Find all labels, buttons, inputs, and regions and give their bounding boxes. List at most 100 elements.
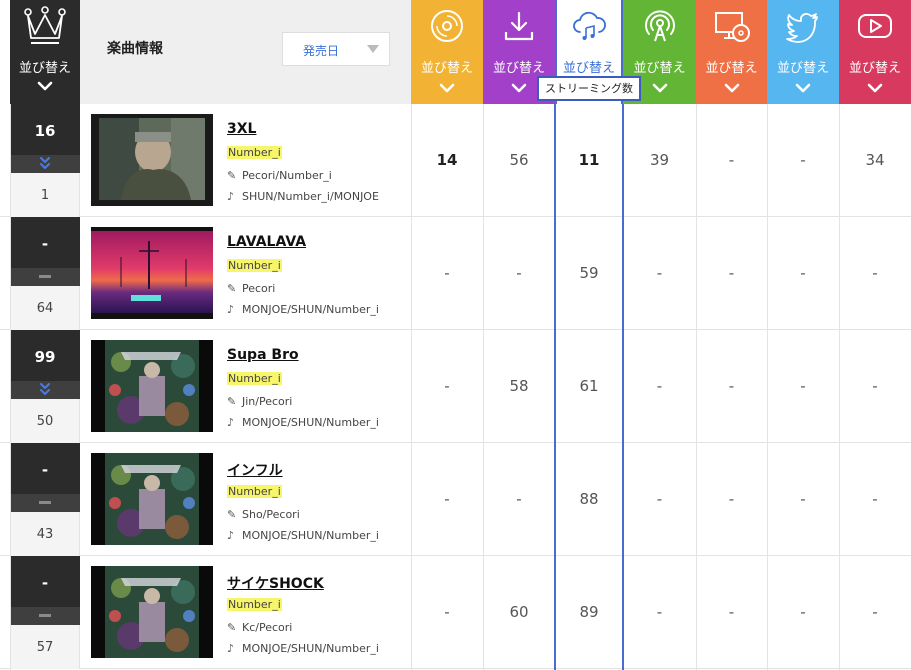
song-info: インフル Number_i ✎ Sho/Pecori ♪ MONJOE/SHUN/Numb… <box>227 443 407 556</box>
metric-value: - <box>656 377 663 395</box>
column-divider <box>483 104 484 670</box>
song-thumbnail[interactable] <box>91 340 213 432</box>
rank-unchanged-icon <box>39 614 51 617</box>
current-rank: - <box>41 235 49 253</box>
column-divider <box>411 104 412 670</box>
previous-rank: 57 <box>36 640 54 655</box>
selected-column-border-left <box>554 104 556 670</box>
rank-cell: - 43 <box>10 443 80 556</box>
sort-label: 並び替え <box>633 61 686 76</box>
cd-sales-column-header[interactable]: 並び替え <box>411 0 483 104</box>
artist-name: Number_i <box>227 259 282 272</box>
sort-label: 並び替え <box>705 61 758 76</box>
radio-broadcast-icon <box>644 10 675 42</box>
rank-trend <box>10 268 80 286</box>
release-date-select[interactable]: 発売日 <box>282 32 390 66</box>
metric-value: - <box>656 603 663 621</box>
release-date-select-value: 発売日 <box>303 44 340 58</box>
pen-icon: ✎ <box>227 621 237 634</box>
song-title-link[interactable]: サイケSHOCK <box>227 573 324 593</box>
chevron-down-icon[interactable] <box>794 82 812 94</box>
download-icon <box>504 11 534 41</box>
metric-value: 14 <box>436 151 458 169</box>
metric-value: - <box>728 603 735 621</box>
sort-label: 並び替え <box>776 61 829 76</box>
metric-value: 56 <box>509 151 529 169</box>
chevron-down-icon[interactable] <box>510 82 528 94</box>
pc-disc-icon <box>714 12 750 42</box>
youtube-play-icon <box>858 14 892 38</box>
song-thumbnail[interactable] <box>91 227 213 319</box>
rank-sort-label: 並び替え <box>18 61 71 76</box>
pc-reading-column-header[interactable]: 並び替え <box>696 0 767 104</box>
metric-value: - <box>872 490 878 508</box>
metric-value: - <box>444 264 450 282</box>
ranking-header: 並び替え 楽曲情報 発売日 並び替え 並び替え 並び替え 並び替え 並び替え 並… <box>0 0 911 104</box>
song-info: 3XL Number_i ✎ Pecori/Number_i ♪ SHUN/Number_… <box>227 104 407 217</box>
composer-text: SHUN/Number_i/MONJOE <box>242 190 379 203</box>
song-title-link[interactable]: インフル <box>227 460 283 480</box>
caret-down-icon <box>367 45 379 53</box>
metric-value: - <box>872 603 878 621</box>
current-rank: - <box>41 574 49 592</box>
song-title-link[interactable]: LAVALAVA <box>227 234 306 250</box>
music-note-icon: ♪ <box>227 642 235 655</box>
song-thumbnail[interactable] <box>91 453 213 545</box>
metric-value: - <box>800 151 806 169</box>
song-thumbnail[interactable] <box>91 114 213 206</box>
column-divider <box>767 104 768 670</box>
pen-icon: ✎ <box>227 169 237 182</box>
chevron-down-icon[interactable] <box>723 82 741 94</box>
cloud-music-icon <box>573 11 606 40</box>
metric-value: - <box>444 603 450 621</box>
metric-value: - <box>800 490 806 508</box>
metric-value: 59 <box>579 264 599 282</box>
rank-cell: - 57 <box>10 556 80 669</box>
song-info: Supa Bro Number_i ✎ Jin/Pecori ♪ MONJOE/SHUN/… <box>227 330 407 443</box>
metric-value: - <box>516 264 522 282</box>
rank-unchanged-icon <box>39 275 51 278</box>
table-row: - 64 LAVALAVA Number_i ✎ Pecori ♪ MONJOE/SHUN/N… <box>0 217 911 330</box>
metric-value: 11 <box>578 151 600 169</box>
lyricist-text: Sho/Pecori <box>242 508 300 521</box>
column-divider <box>839 104 840 670</box>
music-note-icon: ♪ <box>227 529 235 542</box>
metric-value: - <box>872 264 878 282</box>
youtube-column-header[interactable]: 並び替え <box>839 0 911 104</box>
song-info: LAVALAVA Number_i ✎ Pecori ♪ MONJOE/SHUN/Numb… <box>227 217 407 330</box>
table-row: 16 1 3XL Number_i ✎ Pecori/Number_i ♪ SHUN/Numb… <box>0 104 911 217</box>
twitter-column-header[interactable]: 並び替え <box>767 0 839 104</box>
composer-text: MONJOE/SHUN/Number_i <box>242 529 379 542</box>
lyricist-text: Pecori <box>242 282 276 295</box>
artist-name: Number_i <box>227 485 282 498</box>
streaming-tooltip: ストリーミング数 <box>537 76 641 101</box>
composer-text: MONJOE/SHUN/Number_i <box>242 303 379 316</box>
chevron-down-icon[interactable] <box>866 82 884 94</box>
metric-value: 61 <box>579 377 599 395</box>
song-title-link[interactable]: Supa Bro <box>227 347 299 363</box>
current-rank: - <box>41 461 49 479</box>
metric-value: - <box>728 264 735 282</box>
rank-trend <box>10 381 80 399</box>
chevron-down-icon[interactable] <box>651 82 669 94</box>
composer-text: MONJOE/SHUN/Number_i <box>242 642 379 655</box>
song-title-link[interactable]: 3XL <box>227 121 256 137</box>
rank-sort-header[interactable]: 並び替え <box>10 0 80 104</box>
metric-value: 34 <box>865 151 885 169</box>
chevron-down-icon[interactable] <box>438 82 456 94</box>
sort-label: 並び替え <box>492 61 545 76</box>
lyricist-text: Pecori/Number_i <box>242 169 332 182</box>
metric-value: - <box>516 490 522 508</box>
music-note-icon: ♪ <box>227 190 235 203</box>
song-thumbnail[interactable] <box>91 566 213 658</box>
chevron-down-icon[interactable] <box>36 80 54 92</box>
previous-rank: 50 <box>36 414 54 429</box>
lyricist: ✎ Kc/Pecori <box>227 621 292 634</box>
lyricist: ✎ Jin/Pecori <box>227 395 292 408</box>
composer: ♪ SHUN/Number_i/MONJOE <box>227 190 379 203</box>
pen-icon: ✎ <box>227 395 237 408</box>
music-note-icon: ♪ <box>227 303 235 316</box>
rank-current-box: - <box>10 443 80 512</box>
metric-value: - <box>656 264 663 282</box>
artist-name: Number_i <box>227 598 282 611</box>
